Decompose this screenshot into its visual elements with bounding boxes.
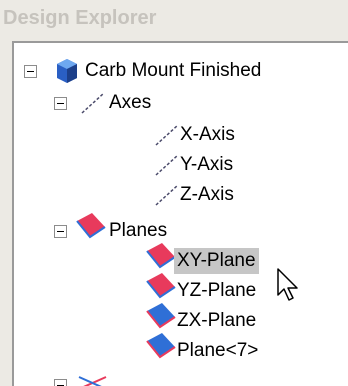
- axis-icon: [81, 92, 105, 114]
- tree-node-axes[interactable]: Axes: [106, 87, 154, 119]
- tree-node-xy-plane[interactable]: XY-Plane: [174, 245, 259, 277]
- points-icon: [78, 376, 107, 386]
- tree-node-x-axis[interactable]: X-Axis: [177, 119, 238, 151]
- mouse-pointer-icon: [277, 268, 298, 301]
- tree-node-label: XY-Plane: [174, 248, 259, 274]
- tree-node-label: Axes: [109, 92, 152, 113]
- tree-node-y-axis[interactable]: Y-Axis: [177, 149, 236, 181]
- plane-icon: [146, 333, 176, 359]
- collapse-root-toggle[interactable]: [24, 65, 37, 78]
- plane-icon: [146, 273, 176, 299]
- panel-title-bar: Design Explorer: [0, 0, 348, 40]
- collapse-axes-toggle[interactable]: [54, 97, 67, 110]
- tree-node-zx-plane[interactable]: ZX-Plane: [174, 305, 259, 337]
- plane-icon: [76, 213, 106, 239]
- design-tree[interactable]: Carb Mount Finished Axes X-Axis Y-Axis Z…: [12, 41, 348, 386]
- tree-node-z-axis[interactable]: Z-Axis: [177, 179, 237, 211]
- part-icon: [57, 59, 77, 83]
- tree-node-label: Carb Mount Finished: [85, 60, 262, 81]
- design-explorer-panel: Design Explorer Carb Mount Finished Axes…: [0, 0, 348, 386]
- tree-node-yz-plane[interactable]: YZ-Plane: [174, 275, 259, 307]
- panel-title: Design Explorer: [3, 7, 157, 29]
- tree-node-label: YZ-Plane: [177, 280, 257, 301]
- tree-node-root[interactable]: Carb Mount Finished: [82, 55, 264, 87]
- expand-points-toggle[interactable]: [54, 379, 67, 386]
- tree-node-label: ZX-Plane: [177, 310, 257, 331]
- tree-node-label: Y-Axis: [180, 154, 234, 175]
- tree-node-label: Z-Axis: [180, 184, 234, 205]
- tree-node-label: X-Axis: [180, 124, 235, 145]
- collapse-planes-toggle[interactable]: [54, 225, 67, 238]
- plane-icon: [146, 243, 176, 269]
- plane-icon: [146, 303, 176, 329]
- tree-node-plane-7[interactable]: Plane<7>: [174, 335, 261, 367]
- tree-node-label: Plane<7>: [177, 340, 259, 361]
